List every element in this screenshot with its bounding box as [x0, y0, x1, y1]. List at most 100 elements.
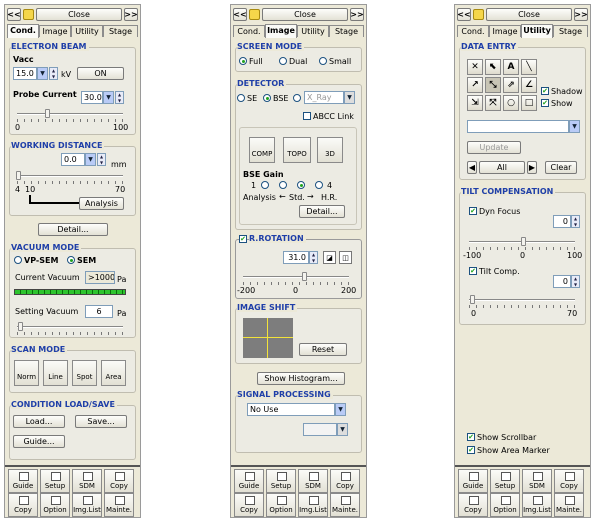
show-area-marker-checkbox[interactable]: ✔ [467, 446, 475, 454]
wd-input[interactable]: 0.0 [61, 153, 85, 166]
prev-button[interactable]: << [233, 8, 247, 21]
measure-tool-icon[interactable]: ⤡ [485, 77, 501, 93]
signal-dropdown-icon[interactable]: ▼ [335, 403, 346, 416]
tilt-comp-checkbox[interactable]: ✔ [469, 267, 477, 275]
xray-radio[interactable] [293, 94, 301, 102]
rect-tool-icon[interactable]: □ [521, 95, 537, 111]
copy-tool-button[interactable]: Copy [104, 469, 134, 493]
next-button[interactable]: >> [350, 8, 364, 21]
reset-button[interactable]: Reset [299, 343, 347, 356]
next-button[interactable]: >> [574, 8, 588, 21]
guide-tool-button[interactable]: Guide [8, 469, 38, 493]
tab-stage[interactable]: Stage [329, 25, 364, 37]
xray-dropdown-icon[interactable]: ▼ [344, 91, 355, 104]
pin-icon[interactable] [249, 9, 260, 20]
load-button[interactable]: Load... [13, 415, 65, 428]
pin-icon[interactable] [23, 9, 34, 20]
tab-image[interactable]: Image [265, 24, 297, 38]
show-histogram-button[interactable]: Show Histogram... [257, 372, 345, 385]
sdm-tool-button[interactable]: SDM [522, 469, 552, 493]
close-button[interactable]: Close [262, 8, 348, 21]
tilt-comp-input[interactable]: 0 [553, 275, 571, 288]
probe-dropdown-icon[interactable]: ▼ [103, 91, 114, 104]
copy2-tool-button[interactable]: Copy [458, 493, 488, 517]
sdm-tool-button[interactable]: SDM [72, 469, 102, 493]
vacuum-slider-track[interactable] [17, 326, 123, 328]
mainte-tool-button[interactable]: Mainte. [330, 493, 360, 517]
next-entry-icon[interactable]: ▶ [527, 161, 537, 174]
scan-area-button[interactable]: Area [101, 360, 126, 386]
guide-button[interactable]: Guide... [13, 435, 65, 448]
wd-slider-thumb[interactable] [16, 171, 21, 180]
tab-stage[interactable]: Stage [553, 25, 588, 37]
entry-select[interactable] [467, 120, 569, 133]
sem-radio[interactable] [67, 256, 75, 264]
bse-detail-button[interactable]: Detail... [299, 205, 345, 218]
dyn-focus-spinner[interactable]: ▲ ▼ [571, 215, 580, 228]
text-tool-icon[interactable]: A [503, 59, 519, 75]
vacc-spinner[interactable]: ▲ ▼ [49, 67, 58, 80]
select-tool-icon[interactable]: ⬉ [485, 59, 501, 75]
rotation-spinner[interactable]: ▲ ▼ [309, 251, 318, 264]
dyn-slider-thumb[interactable] [521, 237, 526, 246]
tab-utility[interactable]: Utility [297, 25, 329, 37]
circle-tool-icon[interactable]: ○ [503, 95, 519, 111]
dimension-tool-icon[interactable]: ⇗ [503, 77, 519, 93]
vacuum-slider-thumb[interactable] [18, 322, 23, 331]
rotation-slider-track[interactable] [243, 276, 349, 278]
setup-tool-button[interactable]: Setup [40, 469, 70, 493]
gain-radio-1[interactable] [261, 181, 269, 189]
gain-radio-4[interactable] [315, 181, 323, 189]
prev-entry-icon[interactable]: ◀ [467, 161, 477, 174]
gain-radio-2[interactable] [279, 181, 287, 189]
copy-tool-button[interactable]: Copy [330, 469, 360, 493]
image-shift-pad[interactable] [243, 318, 293, 358]
small-radio[interactable] [319, 57, 327, 65]
three-d-button[interactable]: 3D [317, 137, 343, 163]
prev-button[interactable]: << [457, 8, 471, 21]
r-rotation-checkbox[interactable]: ✔ [239, 235, 247, 243]
img-list-tool-button[interactable]: Img.List [522, 493, 552, 517]
wd-slider-track[interactable] [17, 175, 123, 177]
guide-tool-button[interactable]: Guide [234, 469, 264, 493]
show-scrollbar-checkbox[interactable]: ✔ [467, 433, 475, 441]
signal-sub-select[interactable] [303, 423, 337, 436]
abcc-link-checkbox[interactable] [303, 112, 311, 120]
tilt-slider-thumb[interactable] [470, 295, 475, 304]
topo-button[interactable]: TOPO [283, 137, 311, 163]
save-button[interactable]: Save... [75, 415, 127, 428]
signal-sub-dropdown-icon[interactable]: ▼ [337, 423, 348, 436]
sdm-tool-button[interactable]: SDM [298, 469, 328, 493]
full-radio[interactable] [239, 57, 247, 65]
rotation-tool-icon[interactable]: ◪ [323, 251, 336, 264]
mainte-tool-button[interactable]: Mainte. [104, 493, 134, 517]
probe-current-input[interactable]: 30.0 [81, 91, 103, 104]
signal-select[interactable]: No Use [247, 403, 335, 416]
vacc-dropdown-icon[interactable]: ▼ [37, 67, 48, 80]
update-button[interactable]: Update [467, 141, 521, 154]
entry-dropdown-icon[interactable]: ▼ [569, 120, 580, 133]
prev-button[interactable]: << [7, 8, 21, 21]
analysis-button[interactable]: Analysis [79, 197, 124, 210]
rotation-slider-thumb[interactable] [302, 272, 307, 281]
tab-image[interactable]: Image [489, 25, 521, 37]
guide-tool-button[interactable]: Guide [458, 469, 488, 493]
probe-spinner[interactable]: ▲ ▼ [115, 91, 124, 104]
rotation-input[interactable]: 31.0 [283, 251, 309, 264]
arrow-tool-icon[interactable]: ↗ [467, 77, 483, 93]
vacc-input[interactable]: 15.0 [13, 67, 37, 80]
scale-tool-icon[interactable]: ⇲ [467, 95, 483, 111]
copy2-tool-button[interactable]: Copy [234, 493, 264, 517]
scan-line-button[interactable]: Line [43, 360, 68, 386]
img-list-tool-button[interactable]: Img.List [72, 493, 102, 517]
vpsem-radio[interactable] [14, 256, 22, 264]
option-tool-button[interactable]: Option [266, 493, 296, 517]
setup-tool-button[interactable]: Setup [490, 469, 520, 493]
all-button[interactable]: All [479, 161, 525, 174]
tab-stage[interactable]: Stage [103, 25, 138, 37]
close-button[interactable]: Close [486, 8, 572, 21]
tab-utility[interactable]: Utility [71, 25, 103, 37]
option-tool-button[interactable]: Option [490, 493, 520, 517]
mainte-tool-button[interactable]: Mainte. [554, 493, 584, 517]
bse-radio[interactable] [263, 94, 271, 102]
